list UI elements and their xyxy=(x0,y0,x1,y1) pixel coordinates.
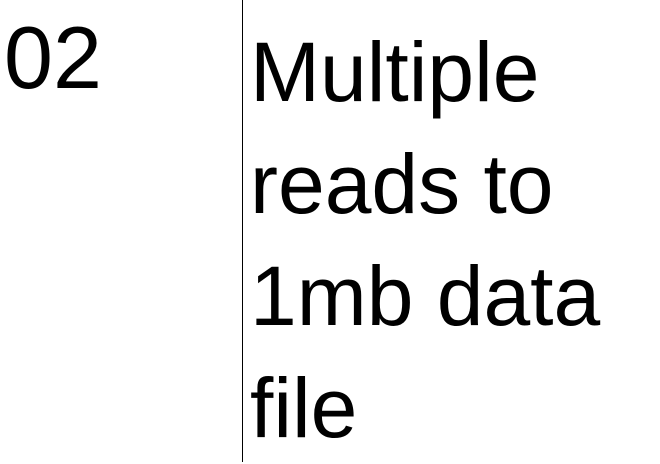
list-row: 02 Multiple reads to 1mb data file xyxy=(0,0,660,462)
item-title-line: Multiple xyxy=(250,25,540,119)
item-title-line: file xyxy=(250,361,358,455)
item-title-line: 1mb data xyxy=(250,249,601,343)
item-number: 02 xyxy=(4,8,102,107)
item-title: Multiple reads to 1mb data file xyxy=(250,16,655,464)
item-title-line: reads to xyxy=(250,137,554,231)
column-divider xyxy=(242,0,243,462)
